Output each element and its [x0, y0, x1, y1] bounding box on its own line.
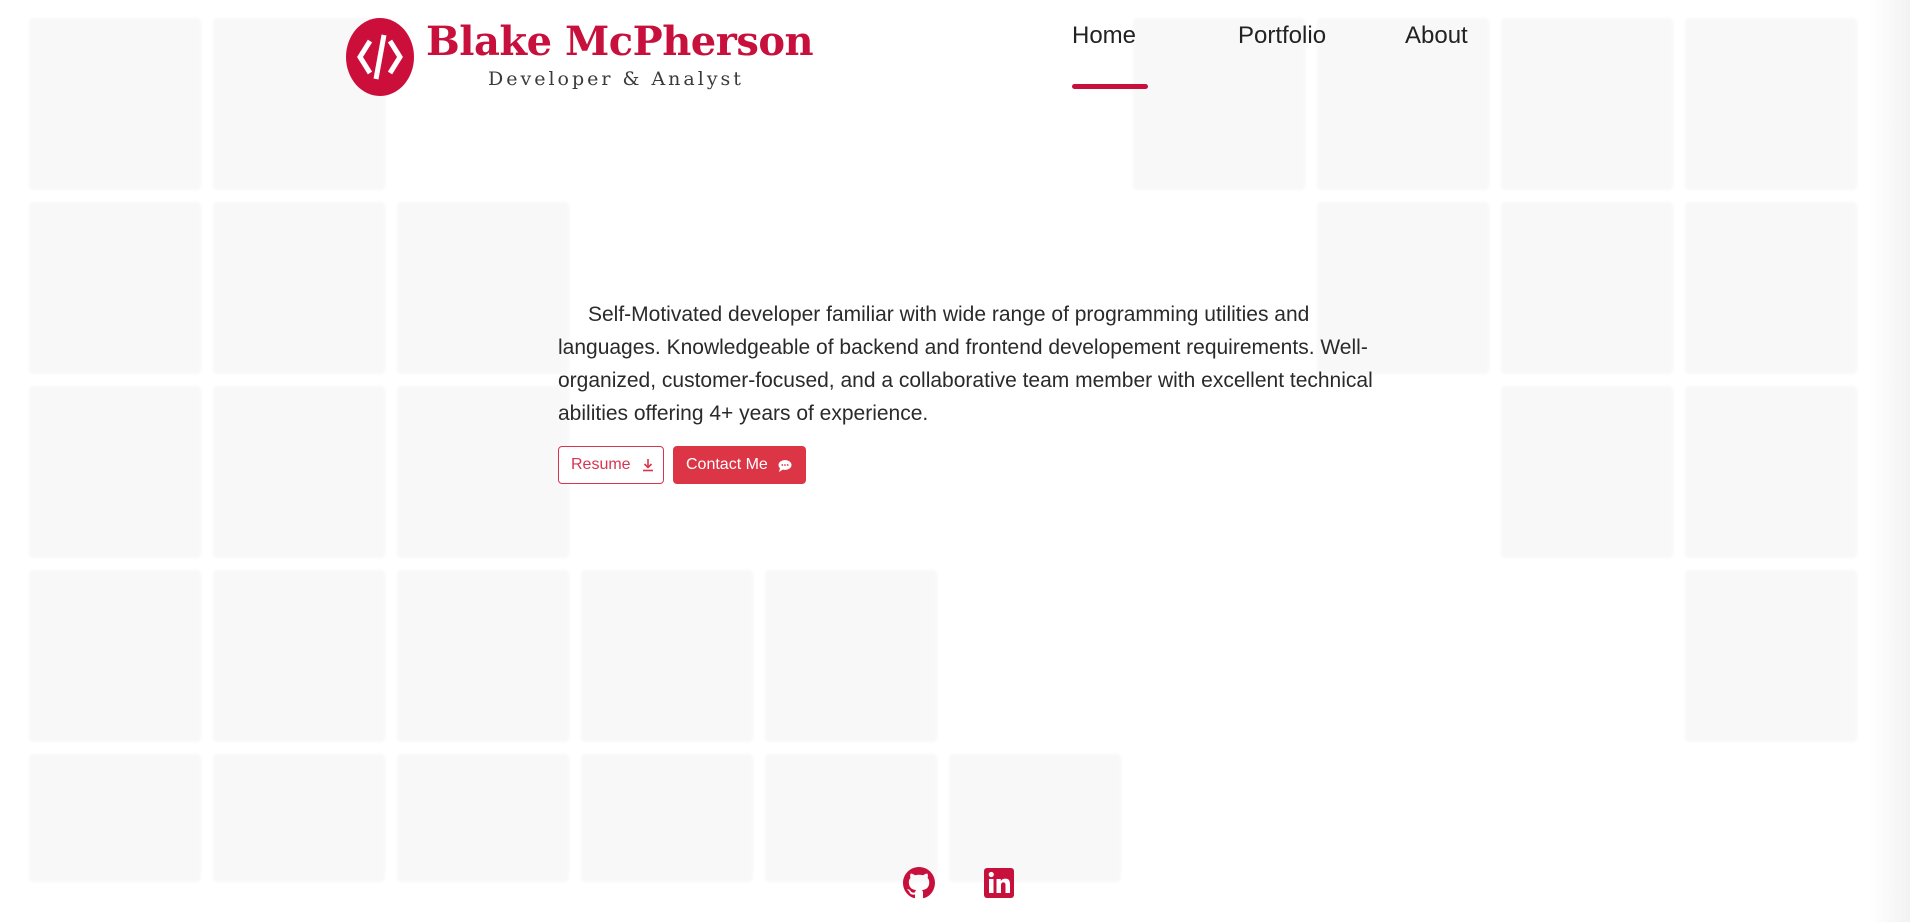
background-tile — [1685, 570, 1857, 742]
background-tile — [1685, 386, 1857, 558]
background-tile — [1501, 18, 1673, 190]
background-tile — [29, 754, 201, 882]
background-tile — [765, 570, 937, 742]
background-tile — [1685, 202, 1857, 374]
right-edge-shade — [1870, 0, 1910, 922]
background-tile — [1685, 18, 1857, 190]
background-tile — [949, 754, 1121, 882]
background-tile — [213, 386, 385, 558]
background-tile — [397, 386, 569, 558]
hero-actions: Resume Contact Me — [558, 446, 806, 484]
background-tile — [581, 570, 753, 742]
resume-button[interactable]: Resume — [558, 446, 664, 484]
background-tile — [1501, 386, 1673, 558]
background-tile — [29, 18, 201, 190]
background-tile — [29, 386, 201, 558]
nav-item-home[interactable]: Home — [1072, 22, 1136, 50]
logo-text: Blake McPherson Developer & Analyst — [426, 18, 814, 90]
background-tile — [765, 754, 937, 882]
nav-item-portfolio[interactable]: Portfolio — [1238, 22, 1326, 50]
background-tile — [581, 754, 753, 882]
intro-description: Self-Motivated developer familiar with w… — [558, 303, 1373, 425]
social-links — [902, 867, 1016, 903]
contact-button-label: Contact Me — [686, 456, 768, 473]
active-nav-indicator — [1072, 84, 1148, 89]
linkedin-icon — [984, 868, 1014, 902]
contact-me-button[interactable]: Contact Me — [673, 446, 806, 484]
background-tile — [397, 570, 569, 742]
background-tile — [213, 570, 385, 742]
background-tile — [397, 754, 569, 882]
background-tile — [397, 202, 569, 374]
background-tile — [1501, 202, 1673, 374]
background-tile-grid — [29, 18, 1857, 882]
github-link[interactable] — [902, 867, 936, 903]
nav-item-about[interactable]: About — [1405, 22, 1468, 50]
chat-bubble-icon — [778, 459, 792, 472]
github-icon — [903, 867, 935, 903]
background-tile — [213, 202, 385, 374]
background-tile — [213, 754, 385, 882]
background-tile — [29, 570, 201, 742]
site-logo[interactable]: Blake McPherson Developer & Analyst — [346, 18, 814, 96]
download-icon — [641, 458, 655, 472]
background-tile — [29, 202, 201, 374]
resume-button-label: Resume — [571, 456, 631, 473]
brand-tagline: Developer & Analyst — [488, 68, 744, 90]
portfolio-page: Blake McPherson Developer & Analyst Home… — [0, 0, 1910, 922]
code-brackets-icon — [346, 18, 414, 96]
linkedin-link[interactable] — [982, 868, 1016, 902]
brand-name: Blake McPherson — [426, 18, 814, 65]
